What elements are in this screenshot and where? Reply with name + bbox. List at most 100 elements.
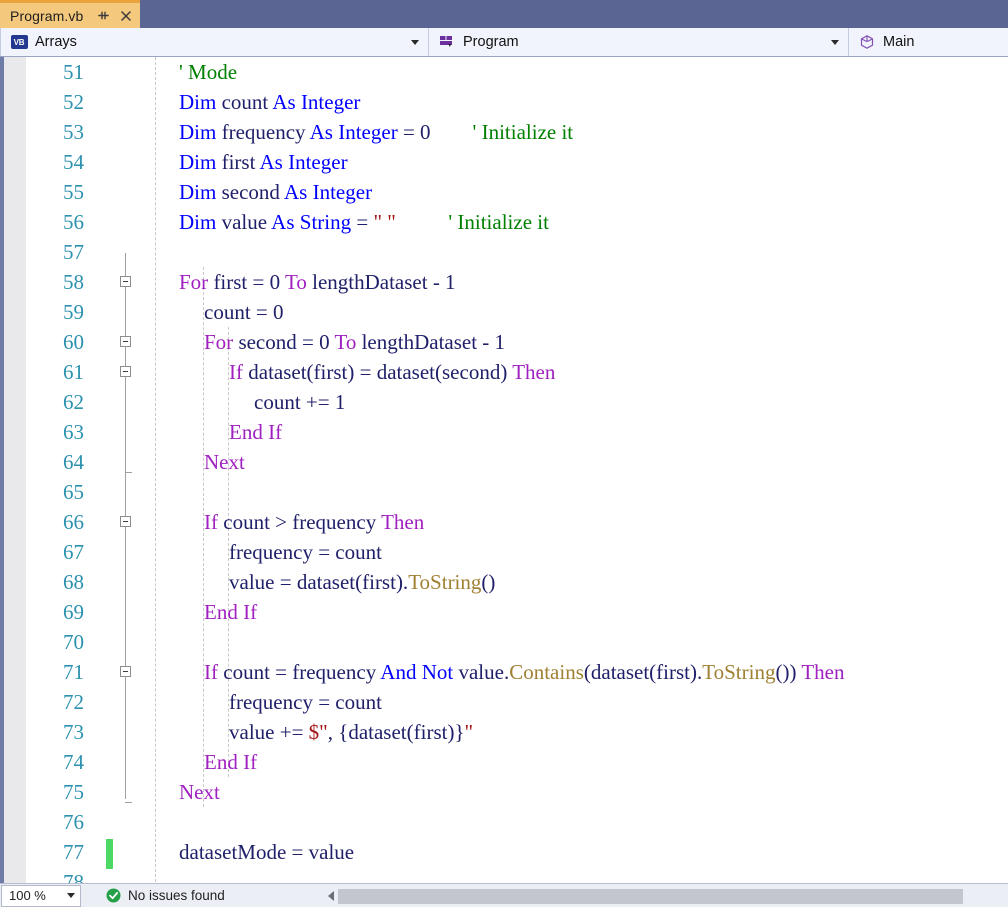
chevron-down-icon[interactable]	[62, 893, 80, 898]
line-number: 68	[63, 570, 84, 594]
chevron-down-icon[interactable]	[826, 39, 844, 45]
code-token: String	[299, 210, 352, 234]
code-token: End If	[204, 600, 258, 624]
horizontal-scrollbar[interactable]	[323, 885, 1008, 907]
code-line[interactable]: 56 Dim value As String = " " ' Initialize…	[0, 207, 1008, 237]
code-line[interactable]: 57	[0, 237, 1008, 267]
code-line[interactable]: 64 Next	[0, 447, 1008, 477]
code-line[interactable]: 51 ' Mode	[0, 57, 1008, 87]
code-token: frequency	[216, 120, 310, 144]
code-token: Then	[801, 660, 845, 684]
code-line[interactable]: 72 frequency = count	[0, 687, 1008, 717]
code-token: For	[204, 330, 234, 354]
code-token: count > frequency	[218, 510, 382, 534]
code-line-text: End If	[204, 747, 257, 777]
code-line[interactable]: 69 End If	[0, 597, 1008, 627]
collapse-outline-button[interactable]	[120, 666, 131, 677]
line-number: 62	[63, 390, 84, 414]
code-token: frequency = count	[229, 690, 382, 714]
code-token: second	[216, 180, 284, 204]
code-token: And Not	[380, 660, 454, 684]
close-icon[interactable]	[119, 9, 133, 23]
code-token: Integer	[338, 120, 398, 144]
line-number: 56	[63, 210, 84, 234]
code-line-text: End If	[229, 417, 282, 447]
code-token: lengthDataset - 1	[306, 270, 456, 294]
code-line[interactable]: 77 datasetMode = value	[0, 837, 1008, 867]
member-dropdown-label: Main	[883, 34, 915, 50]
code-line[interactable]: 68 value = dataset(first).ToString()	[0, 567, 1008, 597]
pin-icon[interactable]	[96, 9, 110, 23]
code-line[interactable]: 73 value += $", {dataset(first)}"	[0, 717, 1008, 747]
code-line[interactable]: 60 For second = 0 To lengthDataset - 1	[0, 327, 1008, 357]
code-token: Integer	[312, 180, 373, 204]
code-token: count	[221, 90, 269, 114]
code-line[interactable]: 53 Dim frequency As Integer = 0 ' Initial…	[0, 117, 1008, 147]
line-number: 61	[63, 360, 84, 384]
code-line[interactable]: 54 Dim first As Integer	[0, 147, 1008, 177]
project-dropdown[interactable]: VB Arrays	[0, 28, 429, 56]
code-token: frequency = count	[229, 540, 382, 564]
code-line[interactable]: 65	[0, 477, 1008, 507]
collapse-outline-button[interactable]	[120, 366, 131, 377]
method-icon	[857, 33, 877, 51]
collapse-outline-button[interactable]	[120, 516, 131, 527]
code-line[interactable]: 67 frequency = count	[0, 537, 1008, 567]
code-token: End If	[204, 750, 258, 774]
code-token: As	[259, 150, 283, 174]
line-number: 70	[63, 630, 84, 654]
code-text-surface[interactable]: 51 ' Mode 52 Dim count As Integer 53 Dim freq…	[0, 57, 1008, 883]
code-token: Integer	[300, 90, 361, 114]
collapse-outline-button[interactable]	[120, 276, 131, 287]
code-token: Next	[179, 780, 220, 804]
issues-status[interactable]: No issues found	[106, 888, 225, 903]
code-token: value.	[453, 660, 510, 684]
line-number: 60	[63, 330, 84, 354]
code-token: =	[351, 210, 374, 234]
code-line-text: For second = 0 To lengthDataset - 1	[204, 327, 505, 357]
code-line[interactable]: 70	[0, 627, 1008, 657]
type-dropdown[interactable]: Program	[429, 28, 849, 56]
code-token: $"	[308, 720, 328, 744]
code-line-text: If count > frequency Then	[204, 507, 424, 537]
member-dropdown[interactable]: Main	[849, 28, 1008, 56]
code-token: = 0	[397, 120, 431, 144]
chevron-down-icon[interactable]	[406, 39, 424, 45]
code-line[interactable]: 55 Dim second As Integer	[0, 177, 1008, 207]
code-line[interactable]: 58 For first = 0 To lengthDataset - 1	[0, 267, 1008, 297]
document-tab-program-vb[interactable]: Program.vb	[0, 0, 141, 28]
line-number: 64	[63, 450, 84, 474]
code-line[interactable]: 66 If count > frequency Then	[0, 507, 1008, 537]
zoom-level-dropdown[interactable]: 100 %	[1, 884, 81, 907]
code-line[interactable]: 71 If count = frequency And Not value.Con…	[0, 657, 1008, 687]
code-token: If	[204, 510, 218, 534]
collapse-outline-button[interactable]	[120, 336, 131, 347]
code-token: " "	[373, 210, 396, 234]
code-line-text: If dataset(first) = dataset(second) Then	[229, 357, 555, 387]
line-number: 59	[63, 300, 84, 324]
code-editor[interactable]: 51 ' Mode 52 Dim count As Integer 53 Dim freq…	[0, 57, 1008, 883]
code-line[interactable]: 63 End If	[0, 417, 1008, 447]
line-number: 78	[63, 870, 84, 883]
code-token: Dim	[179, 90, 217, 114]
code-line[interactable]: 74 End If	[0, 747, 1008, 777]
horizontal-scrollbar-thumb[interactable]	[338, 888, 963, 904]
code-line[interactable]: 76	[0, 807, 1008, 837]
code-line-text: datasetMode = value	[179, 837, 354, 867]
code-line[interactable]: 59 count = 0	[0, 297, 1008, 327]
code-line[interactable]: 78	[0, 867, 1008, 883]
code-line-text: frequency = count	[229, 687, 382, 717]
code-line[interactable]: 62 count += 1	[0, 387, 1008, 417]
code-line-text: Dim frequency As Integer = 0 ' Initializ…	[179, 117, 573, 147]
line-number: 72	[63, 690, 84, 714]
code-token: ToString	[702, 660, 776, 684]
code-line[interactable]: 52 Dim count As Integer	[0, 87, 1008, 117]
code-line[interactable]: 61 If dataset(first) = dataset(second) Th…	[0, 357, 1008, 387]
code-token: value +=	[229, 720, 309, 744]
code-token: If	[229, 360, 243, 384]
line-number: 73	[63, 720, 84, 744]
scroll-left-arrow-icon[interactable]	[323, 885, 338, 907]
code-line[interactable]: 75 Next	[0, 777, 1008, 807]
code-line-text: If count = frequency And Not value.Conta…	[204, 657, 844, 687]
line-number: 67	[63, 540, 84, 564]
